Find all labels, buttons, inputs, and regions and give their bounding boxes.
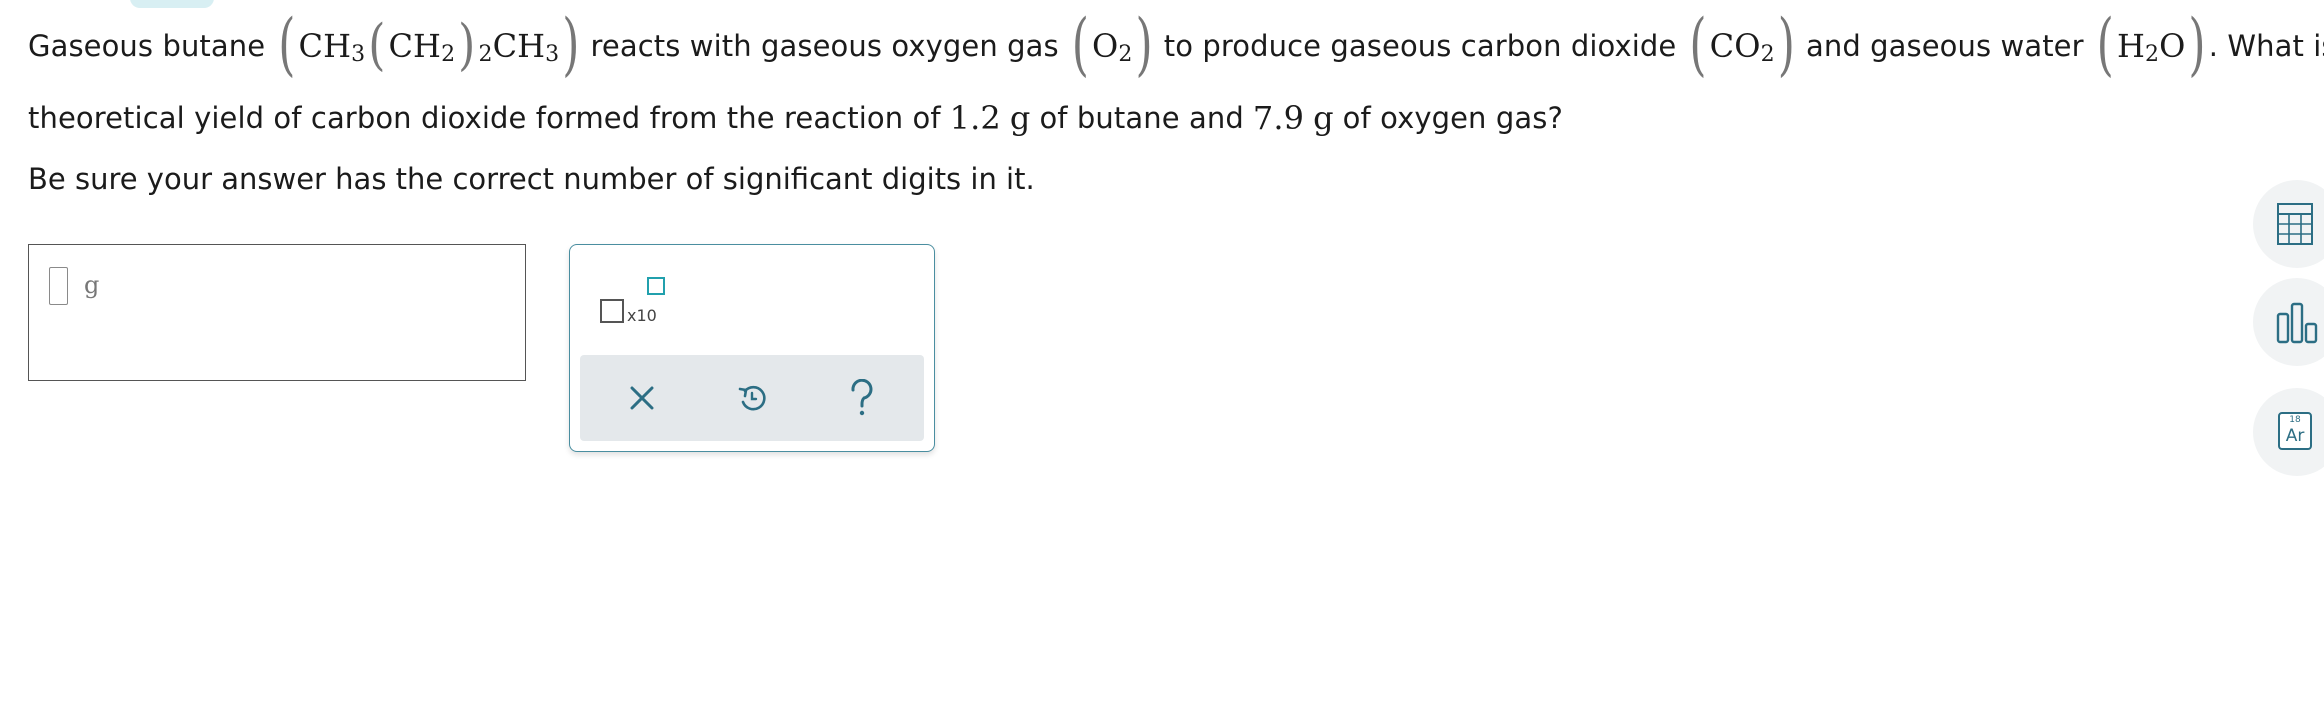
math-keypad: x10 — [569, 244, 935, 452]
butane-mass: 1.2 — [949, 99, 1001, 137]
water-formula: ( H2O ) — [2096, 5, 2206, 85]
data-chart-button[interactable] — [2253, 278, 2324, 366]
exponent-box-icon — [647, 277, 665, 295]
butane-mass-unit: g — [1009, 99, 1031, 137]
top-tab-indicator — [130, 0, 214, 8]
bar-chart-icon — [2276, 302, 2318, 344]
undo-button[interactable] — [712, 355, 792, 441]
question-line2-c: of oxygen gas? — [1342, 101, 1563, 135]
answer-input[interactable] — [49, 267, 68, 305]
question-line-1: Gaseous butane ( CH 3 ( CH 2 ) 2 CH 3 ) reac… — [28, 5, 2324, 85]
butane-formula: ( CH 3 ( CH 2 ) 2 CH 3 ) — [278, 5, 580, 85]
close-icon — [630, 386, 654, 410]
oxygen-formula: ( O2 ) — [1071, 5, 1153, 85]
help-icon — [851, 379, 873, 416]
answer-unit: g — [84, 271, 100, 299]
question-mid-3: and gaseous water — [1805, 29, 2084, 63]
undo-icon — [738, 385, 766, 411]
periodic-symbol: Ar — [2285, 426, 2305, 446]
question-text: Gaseous butane ( CH 3 ( CH 2 ) 2 CH 3 ) reac… — [28, 5, 2324, 154]
question-mid-2: to produce gaseous carbon dioxide — [1163, 29, 1677, 63]
x10-label: x10 — [627, 306, 657, 325]
base-box-icon — [600, 299, 624, 323]
co2-formula: ( CO 2 ) — [1689, 5, 1795, 85]
periodic-table-icon: 18 Ar — [2278, 412, 2312, 450]
scientific-notation-button[interactable]: x10 — [600, 277, 672, 327]
keypad-action-bar — [580, 355, 924, 441]
clear-button[interactable] — [602, 355, 682, 441]
periodic-table-button[interactable]: 18 Ar — [2253, 388, 2324, 476]
help-button[interactable] — [822, 355, 902, 441]
sig-fig-note: Be sure your answer has the correct numb… — [28, 162, 1035, 196]
oxygen-mass: 7.9 — [1252, 99, 1305, 137]
answer-box[interactable]: g — [28, 244, 526, 381]
calculator-icon — [2277, 203, 2313, 245]
oxygen-mass-unit: g — [1313, 99, 1334, 137]
question-mid-1: reacts with gaseous oxygen gas — [590, 29, 1059, 63]
calculator-button[interactable] — [2253, 180, 2324, 268]
question-line2-a: theoretical yield of carbon dioxide form… — [28, 101, 941, 135]
question-tail: . What is the — [2208, 29, 2324, 63]
periodic-number: 18 — [2289, 415, 2301, 425]
question-intro: Gaseous butane — [28, 29, 266, 63]
